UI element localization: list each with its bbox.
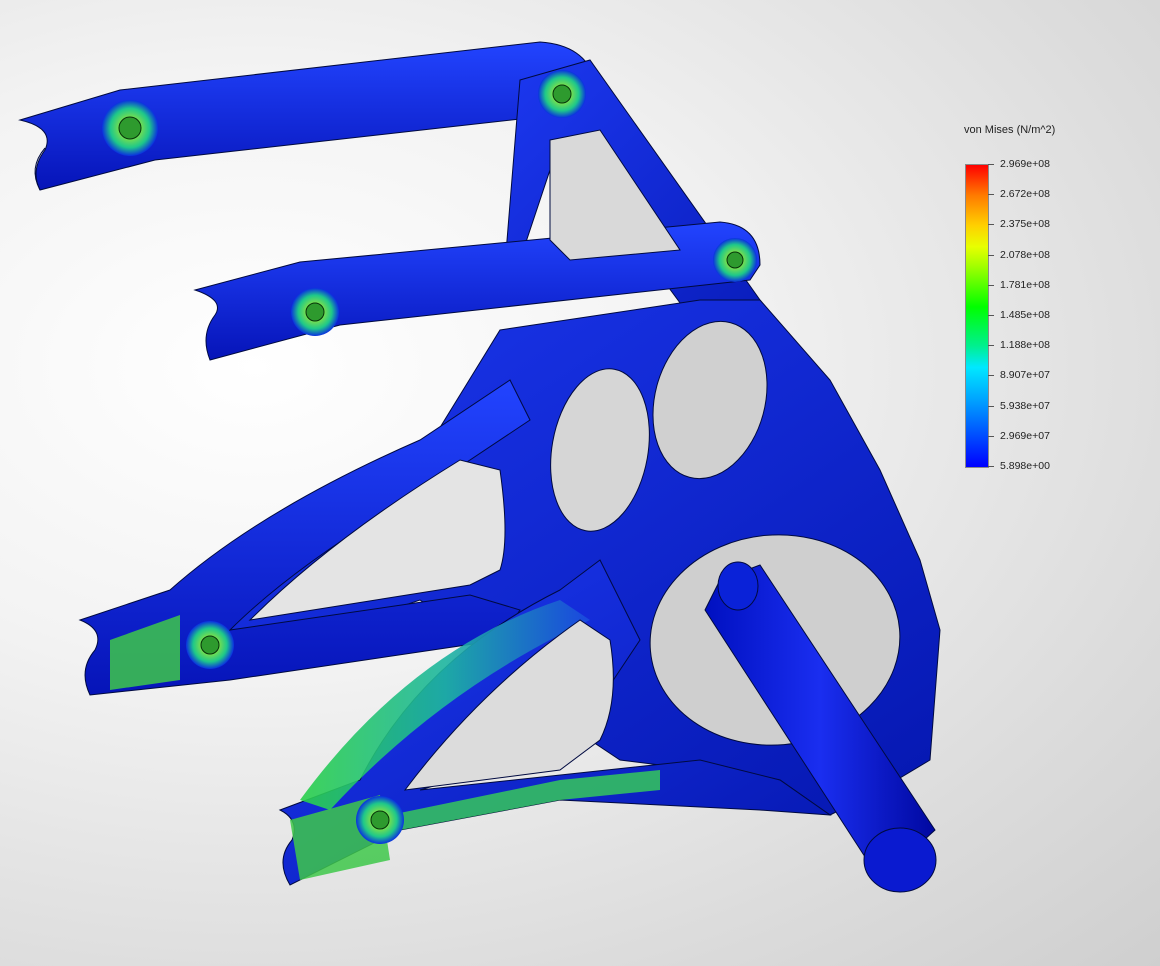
pin-second-left[interactable]	[291, 288, 339, 336]
legend-tick-label: 1.781e+08	[1000, 278, 1050, 291]
legend-colorbar	[965, 164, 989, 468]
legend-tick-mark	[988, 435, 994, 437]
legend-tick-label: 5.898e+00	[1000, 460, 1050, 472]
stress-legend: von Mises (N/m^2) 2.969e+08 2.672e+08 2.37…	[950, 120, 1070, 480]
legend-tick-label: 2.375e+08	[1000, 218, 1050, 231]
legend-tick-label: 8.907e+07	[1000, 369, 1050, 382]
legend-tick-label: 2.969e+07	[1000, 429, 1050, 442]
pin-top-right[interactable]	[538, 70, 586, 118]
legend-tick-mark	[988, 194, 994, 196]
legend-tick-mark	[988, 375, 994, 377]
legend-tick-mark	[988, 466, 994, 467]
legend-tick-mark	[988, 405, 994, 407]
legend-title: von Mises (N/m^2)	[964, 124, 1056, 136]
legend-tick-label: 2.078e+08	[1000, 248, 1050, 261]
legend-tick-mark	[988, 224, 994, 226]
legend-tick-mark	[988, 164, 994, 165]
pin-third-left[interactable]	[186, 621, 234, 669]
legend-tick-mark	[988, 284, 994, 286]
legend-tick-label: 2.672e+08	[1000, 188, 1050, 201]
pin-top-left[interactable]	[102, 100, 158, 156]
legend-tick-mark	[988, 345, 994, 347]
pin-bottom-left[interactable]	[356, 796, 404, 844]
pin-second-right[interactable]	[713, 238, 757, 282]
legend-tick-label: 1.188e+08	[1000, 339, 1050, 352]
legend-tick-mark	[988, 254, 994, 256]
legend-tick-label: 2.969e+08	[1000, 158, 1050, 170]
legend-tick-label: 5.938e+07	[1000, 399, 1050, 412]
legend-tick-label: 1.485e+08	[1000, 309, 1050, 321]
legend-tick-mark	[988, 315, 994, 316]
